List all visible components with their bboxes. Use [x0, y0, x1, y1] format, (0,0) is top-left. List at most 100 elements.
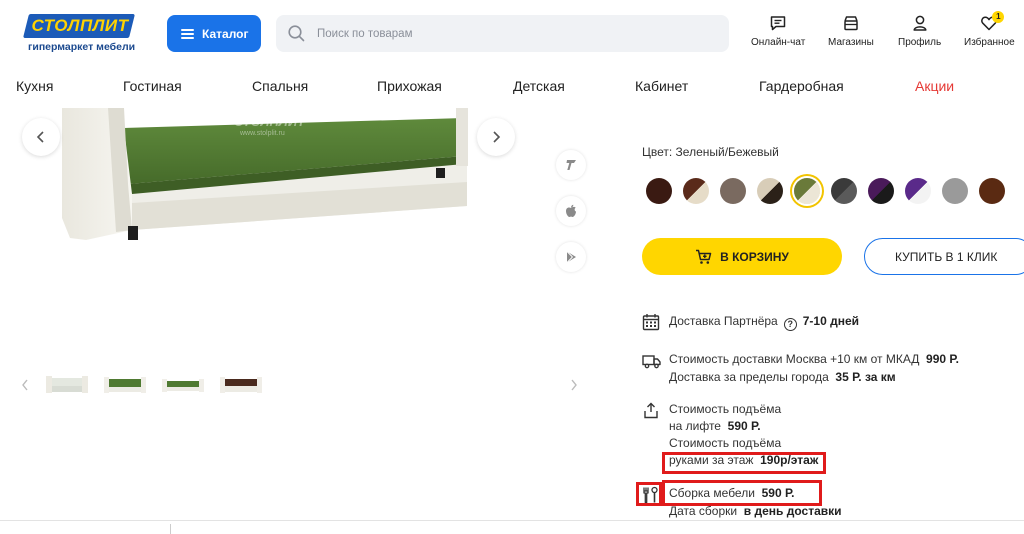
product-info-panel: Цвет: Зеленый/Бежевый В КОРЗИНУ КУПИТЬ В…: [630, 108, 1024, 534]
menu-icon: [181, 28, 194, 39]
thumbnail-image: [162, 379, 204, 392]
partner-delivery-value: 7-10 дней: [802, 314, 860, 328]
chevron-right-icon: [493, 131, 501, 143]
thumbs-prev-button[interactable]: [20, 378, 34, 394]
google-play-button[interactable]: [556, 242, 586, 272]
outside-delivery-value: 35 Р. за км: [835, 370, 896, 384]
chat-button[interactable]: Онлайн-чат: [751, 14, 805, 48]
swatch-purple-white[interactable]: [905, 178, 931, 204]
stores-label: Магазины: [828, 37, 874, 48]
apple-icon: [566, 204, 576, 217]
moscow-delivery-label: Стоимость доставки Москва +10 км от МКАД: [669, 352, 920, 366]
google-play-icon: [566, 251, 576, 263]
divider: [0, 520, 1024, 521]
swatch-beige-dark[interactable]: [757, 178, 783, 204]
thumbnail-1[interactable]: [46, 370, 88, 400]
favorites-icon-wrap: 1: [980, 11, 1005, 32]
lift-value: 590 Р.: [727, 419, 761, 433]
product-main-image[interactable]: СТОЛПЛИТ www.stolplit.ru: [62, 108, 482, 248]
nav-item-promotions[interactable]: Акции: [915, 78, 954, 94]
highlight-box-assembly: [662, 480, 822, 506]
assembly-date-label: Дата сборки: [669, 504, 738, 518]
calendar-icon: [642, 314, 660, 331]
lift-label: на лифте: [669, 419, 721, 433]
thumbnail-4[interactable]: [220, 370, 262, 400]
divider-tick: [170, 524, 171, 534]
nav-item-hallway[interactable]: Прихожая: [377, 78, 442, 94]
nav-item-office[interactable]: Кабинет: [635, 78, 688, 94]
apple-store-button[interactable]: [556, 196, 586, 226]
color-label: Цвет: Зеленый/Бежевый: [642, 145, 779, 159]
nav-item-living-room[interactable]: Гостиная: [123, 78, 182, 94]
logo-subtitle: гипермаркет мебели: [28, 41, 136, 53]
thumbnail-image: [46, 376, 88, 393]
highlight-box-assembly-icon: [636, 482, 662, 506]
swatch-light-grey[interactable]: [942, 178, 968, 204]
gallery-prev-button[interactable]: [22, 118, 60, 156]
buy-one-click-label: КУПИТЬ В 1 КЛИК: [895, 249, 998, 264]
manual-line1: Стоимость подъёма: [669, 436, 782, 450]
lift-line1: Стоимость подъёма: [669, 402, 782, 416]
thumbnail-image: [220, 377, 262, 393]
profile-button[interactable]: Профиль: [898, 14, 941, 48]
profile-label: Профиль: [898, 37, 942, 48]
sofa-illustration: [62, 108, 468, 240]
image-watermark: СТОЛПЛИТ: [234, 114, 306, 129]
swatch-dark-grey[interactable]: [831, 178, 857, 204]
buy-one-click-button[interactable]: КУПИТЬ В 1 КЛИК: [864, 238, 1024, 275]
add-to-cart-label: В КОРЗИНУ: [720, 249, 789, 264]
nav-item-kitchen[interactable]: Кухня: [16, 78, 53, 94]
thumbs-next-button[interactable]: [569, 378, 583, 394]
thumbnail-3[interactable]: [162, 370, 204, 400]
thumbnail-image: [104, 377, 146, 393]
page-root: { "header": { "logo_text": "СТОЛПЛИТ", "…: [0, 0, 1024, 534]
favorites-label: Избранное: [964, 37, 1015, 48]
highlight-box-manual-lift: [662, 452, 826, 474]
swatch-purple-black[interactable]: [868, 178, 894, 204]
partner-delivery-label: Доставка Партнёра: [669, 314, 778, 328]
add-to-cart-button[interactable]: В КОРЗИНУ: [642, 238, 842, 275]
share-button[interactable]: [556, 150, 586, 180]
store-icon: [844, 16, 858, 31]
favorites-button[interactable]: 1 Избранное: [964, 11, 1015, 48]
cart-icon: [696, 249, 712, 264]
swatch-chocolate[interactable]: [979, 178, 1005, 204]
outside-delivery-label: Доставка за пределы города: [669, 370, 829, 384]
nav-item-bedroom[interactable]: Спальня: [252, 78, 308, 94]
swatch-brown-beige[interactable]: [683, 178, 709, 204]
chevron-left-icon: [36, 131, 44, 143]
truck-icon: [642, 355, 661, 369]
nav-item-kids-room[interactable]: Детская: [513, 78, 565, 94]
chat-icon: [770, 16, 786, 31]
lift-up-icon: [644, 402, 658, 419]
chat-label: Онлайн-чат: [751, 37, 806, 48]
site-header: СТОЛПЛИТ гипермаркет мебели Каталог Онла…: [0, 0, 1024, 68]
gallery-next-button[interactable]: [477, 118, 515, 156]
lift-line2: на лифте 590 Р.: [669, 418, 761, 435]
image-watermark-url: www.stolplit.ru: [240, 130, 285, 137]
site-logo[interactable]: СТОЛПЛИТ гипермаркет мебели: [23, 14, 136, 56]
swatch-green-beige[interactable]: [794, 178, 820, 204]
catalog-button[interactable]: Каталог: [167, 15, 261, 52]
outside-delivery-text: Доставка за пределы города 35 Р. за км: [669, 369, 896, 386]
share-icon: [566, 160, 576, 170]
stores-button[interactable]: Магазины: [828, 14, 874, 48]
nav-item-wardrobe[interactable]: Гардеробная: [759, 78, 844, 94]
search-input[interactable]: [317, 27, 697, 40]
thumbnail-2[interactable]: [104, 370, 146, 400]
swatch-grey-brown[interactable]: [720, 178, 746, 204]
partner-delivery-text: Доставка Партнёра? 7-10 дней: [669, 313, 859, 331]
help-icon[interactable]: ?: [783, 318, 797, 331]
moscow-delivery-text: Стоимость доставки Москва +10 км от МКАД…: [669, 351, 959, 368]
chevron-right-icon: [571, 379, 577, 391]
search-icon: [288, 25, 305, 42]
category-nav: Кухня Гостиная Спальня Прихожая Детская …: [0, 68, 1024, 108]
product-gallery: СТОЛПЛИТ www.stolplit.ru: [0, 108, 620, 534]
favorites-count-badge: 1: [992, 11, 1005, 23]
search-bar[interactable]: [276, 15, 729, 52]
profile-icon: [913, 15, 927, 31]
assembly-date-value: в день доставки: [743, 504, 842, 518]
swatch-dark-brown[interactable]: [646, 178, 672, 204]
catalog-label: Каталог: [202, 26, 249, 41]
chevron-left-icon: [22, 379, 28, 391]
